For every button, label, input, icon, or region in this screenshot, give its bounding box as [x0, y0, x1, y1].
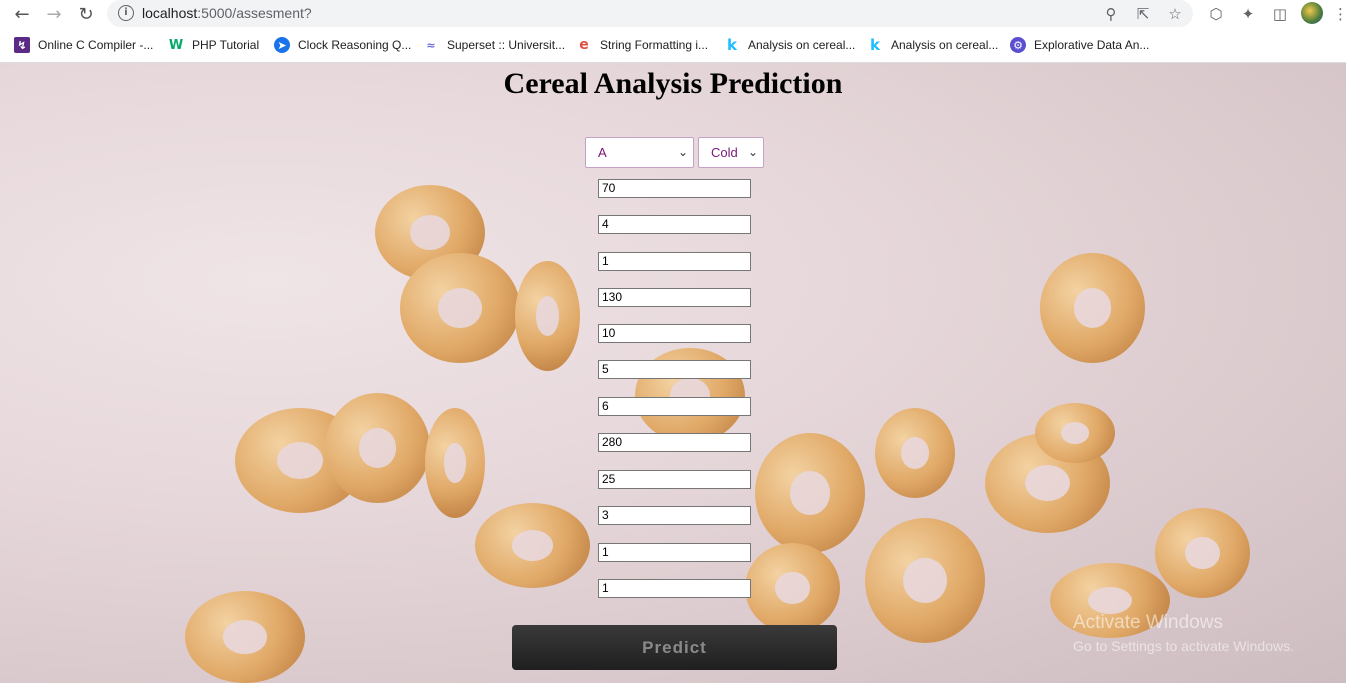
superset-icon: ≈	[426, 38, 436, 52]
url-host: localhost	[142, 5, 198, 21]
watermark-title: Activate Windows	[1073, 612, 1223, 633]
bookmarks-bar: ↯ Online C Compiler -... W PHP Tutorial ➤ C…	[0, 32, 1346, 58]
cereal-decoration	[745, 543, 840, 633]
predict-button[interactable]: Predict	[512, 625, 837, 670]
cereal-decoration	[1155, 508, 1250, 598]
bookmark-star-icon[interactable]: ☆	[1164, 3, 1186, 25]
sugars-input[interactable]: 6	[598, 397, 751, 416]
bookmark-item[interactable]: k Analysis on cereal...	[724, 36, 855, 54]
lightning-icon: ↯	[14, 37, 30, 53]
cereal-decoration	[185, 591, 305, 683]
forward-arrow-icon[interactable]: →	[42, 3, 66, 25]
url-path: :5000/assesment?	[197, 5, 312, 21]
activate-windows-watermark: Activate Windows Go to Settings to activ…	[1073, 612, 1294, 654]
site-info-icon[interactable]: i	[118, 5, 134, 21]
page-title: Cereal Analysis Prediction	[503, 67, 843, 100]
cereal-decoration	[400, 253, 520, 363]
back-arrow-icon[interactable]: ←	[10, 3, 34, 25]
profile-avatar[interactable]	[1301, 2, 1323, 24]
cereal-decoration	[475, 503, 590, 588]
bookmark-item[interactable]: ➤ Clock Reasoning Q...	[274, 36, 411, 54]
fiber-input[interactable]: 10	[598, 324, 751, 343]
extension-cube-icon[interactable]: ⬡	[1205, 3, 1227, 25]
watermark-subtitle: Go to Settings to activate Windows.	[1073, 638, 1294, 654]
bookmark-item[interactable]: k Analysis on cereal...	[867, 36, 998, 54]
type-select-value: Cold	[711, 145, 738, 160]
bookmark-item[interactable]: ≈ Superset :: Universit...	[423, 36, 565, 54]
bookmark-label: Online C Compiler -...	[38, 38, 154, 52]
sodium-input[interactable]: 130	[598, 288, 751, 307]
chevron-down-icon: ⌄	[747, 145, 758, 159]
shelf-input[interactable]: 3	[598, 506, 751, 525]
bookmark-label: Explorative Data An...	[1034, 38, 1150, 52]
bookmark-label: Clock Reasoning Q...	[298, 38, 412, 52]
share-icon[interactable]: ⇱	[1132, 3, 1154, 25]
manufacturer-select[interactable]: A ⌄	[585, 137, 694, 168]
manufacturer-select-value: A	[598, 145, 607, 160]
page-content: Cereal Analysis Prediction A ⌄ Cold ⌄ 70…	[0, 63, 1346, 683]
fat-input[interactable]: 1	[598, 252, 751, 271]
bookmark-label: PHP Tutorial	[192, 38, 260, 52]
side-panel-icon[interactable]: ◫	[1269, 3, 1291, 25]
gear-logo-icon: ⚙	[1010, 37, 1026, 53]
browser-toolbar: ← → ↻ i localhost:5000/assesment? ⚲ ⇱ ☆ …	[0, 0, 1346, 28]
chevron-down-icon: ⌄	[677, 145, 688, 159]
reload-icon[interactable]: ↻	[74, 3, 98, 25]
bookmark-label: Analysis on cereal...	[891, 38, 999, 52]
kaggle-icon: k	[870, 36, 880, 54]
bookmark-item[interactable]: W PHP Tutorial	[168, 36, 259, 54]
weight-input[interactable]: 1	[598, 543, 751, 562]
bookmark-label: Analysis on cereal...	[748, 38, 856, 52]
potass-input[interactable]: 280	[598, 433, 751, 452]
cereal-decoration	[865, 518, 985, 643]
protein-input[interactable]: 4	[598, 215, 751, 234]
kaggle-icon: k	[727, 36, 737, 54]
address-bar[interactable]: i localhost:5000/assesment? ⚲ ⇱ ☆	[107, 0, 1193, 27]
circle-logo-icon: ➤	[274, 37, 290, 53]
cereal-decoration	[325, 393, 430, 503]
bookmark-item[interactable]: ↯ Online C Compiler -...	[14, 36, 153, 54]
bookmark-item[interactable]: ⚙ Explorative Data An...	[1010, 36, 1149, 54]
url-text[interactable]: localhost:5000/assesment?	[142, 5, 312, 21]
bookmark-item[interactable]: e String Formatting i...	[576, 36, 708, 54]
carbo-input[interactable]: 5	[598, 360, 751, 379]
vitamins-input[interactable]: 25	[598, 470, 751, 489]
menu-kebab-icon[interactable]: ⋮	[1333, 3, 1346, 25]
e-logo-icon: e	[579, 37, 589, 53]
cereal-decoration	[755, 433, 865, 553]
calories-input[interactable]: 70	[598, 179, 751, 198]
cereal-decoration	[1040, 253, 1145, 363]
cereal-decoration	[875, 408, 955, 498]
zoom-icon[interactable]: ⚲	[1100, 3, 1122, 25]
bookmark-label: String Formatting i...	[600, 38, 709, 52]
cereal-decoration	[515, 261, 580, 371]
w3schools-icon: W	[168, 37, 184, 53]
extensions-puzzle-icon[interactable]: ✦	[1237, 3, 1259, 25]
cups-input[interactable]: 1	[598, 579, 751, 598]
cereal-decoration	[1035, 403, 1115, 463]
bookmark-label: Superset :: Universit...	[447, 38, 566, 52]
cereal-decoration	[425, 408, 485, 518]
type-select[interactable]: Cold ⌄	[698, 137, 764, 168]
